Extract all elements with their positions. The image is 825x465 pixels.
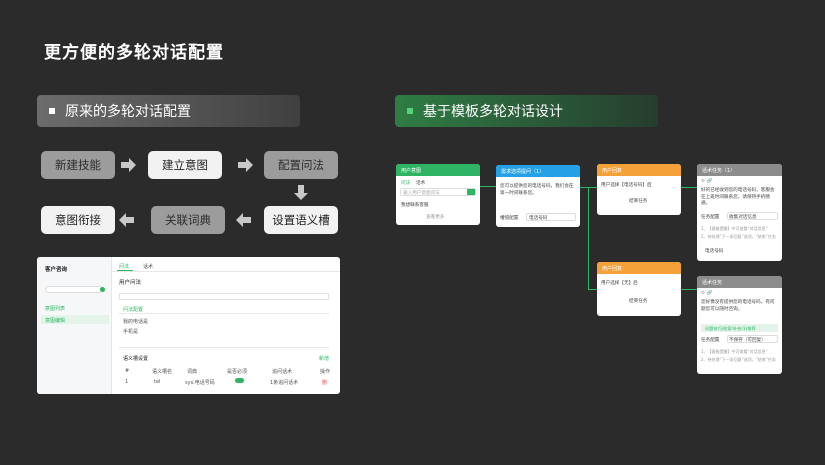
screenshot-field-row-1: 我的电话是	[123, 319, 149, 325]
node-header: 话术任务（1）	[697, 164, 782, 176]
node-action: 结束任务	[629, 299, 648, 304]
th-followup: 追问话术	[272, 369, 293, 375]
td-dict: sys.电话号码	[185, 380, 215, 386]
node-row-value: 不保存（可回复）	[729, 338, 766, 343]
connector-line	[588, 187, 589, 289]
settings-icon: ⚙ 🔗	[701, 291, 713, 296]
divider	[119, 347, 329, 348]
node-row-value: 电话号码	[529, 216, 548, 221]
node-body: 用户选择【电话号码】后	[601, 183, 652, 188]
node-body: 好的已经收到您的电话号码，客服会在上班时间联系您，请保持手机畅通。	[701, 188, 775, 206]
arrow-left-icon	[236, 213, 251, 227]
bullet-square-icon	[49, 108, 55, 114]
sidebar-item-intent-list: 意图列表	[45, 306, 66, 312]
node-row-label: 任务配置	[701, 215, 720, 220]
th-action: 操作	[320, 369, 331, 375]
node-header: 用户回复	[597, 262, 681, 274]
left-section-header: 原来的多轮对话配置	[37, 95, 300, 127]
node-action: 结束任务	[629, 199, 648, 204]
arrow-right-icon	[238, 158, 253, 172]
delete-icon: 删	[322, 380, 328, 386]
screenshot-table-title: 语义槽设置	[123, 356, 149, 362]
step-link-dictionary: 关联词典	[151, 206, 225, 234]
add-icon	[100, 287, 105, 292]
screenshot-tab-scripts: 话术	[143, 264, 154, 270]
arrow-down-icon	[294, 185, 308, 200]
node-note-2: 2、待处理“下一条回复”选项，“结束”任务	[701, 234, 776, 239]
td-slot: tel	[154, 379, 161, 385]
node-body: 您可以提供您的电话号码，我们会在第一时间联系您。	[500, 184, 574, 196]
node-reply-phone: 用户回复 用户选择【电话号码】后 结束任务	[597, 164, 681, 215]
screenshot-search-input	[45, 286, 103, 293]
bullet-square-icon	[407, 108, 413, 114]
node-note-2: 2、待处理“下一条回复”选项，“结束”任务	[701, 357, 776, 362]
right-section-header: 基于模板多轮对话设计	[395, 95, 658, 127]
th-index: #	[125, 368, 130, 374]
screenshot-panel-title: 用户问法	[119, 280, 142, 286]
step-new-skill: 新建技能	[41, 151, 115, 179]
old-config-screenshot: 客户咨询 意图列表 意图编辑 问法 话术 用户问法 问法配置 我的电话是 手机是…	[37, 257, 340, 394]
node-note-1: 1、【客服提醒】中可查看“对话信息”	[701, 349, 768, 354]
step-intent-link: 意图衔接	[41, 206, 115, 234]
node-row-label: 任务配置	[701, 338, 720, 343]
sidebar-item-intent-edit: 意图编辑	[45, 318, 66, 324]
screenshot-field-label: 问法配置	[123, 307, 144, 313]
node-question: 需求选项提问（1） 您可以提供您的电话号码，我们会在第一时间联系您。 槽值配置 …	[496, 165, 580, 227]
screenshot-app-title: 客户咨询	[45, 267, 68, 273]
divider	[119, 313, 329, 314]
screenshot-sidebar: 客户咨询 意图列表 意图编辑	[37, 257, 112, 394]
node-tag: 电话号码	[705, 249, 724, 254]
th-slot: 语义槽名	[152, 369, 173, 375]
arrow-left-icon	[119, 213, 134, 227]
node-body: 用户选择【无】后	[601, 281, 638, 286]
connector-line	[588, 289, 597, 290]
page-title: 更方便的多轮对话配置	[44, 43, 224, 63]
step-config-questions: 配置问法	[264, 151, 338, 179]
node-header: 用户回复	[597, 164, 681, 176]
node-input-placeholder: 输入用户意图问法	[403, 191, 440, 196]
step-create-intent: 建立意图	[148, 151, 222, 179]
node-tab-scripts: 话术	[416, 181, 426, 186]
td-followup: 1条追问话术	[270, 380, 299, 386]
node-header: 需求选项提问（1）	[496, 165, 580, 177]
screenshot-tab-questions: 问法	[119, 264, 130, 270]
screenshot-field-row-2: 手机是	[123, 329, 139, 335]
node-reply-none: 用户回复 用户选择【无】后 结束任务	[597, 262, 681, 316]
node-header: 用户意图	[396, 164, 480, 176]
toggle-switch	[235, 378, 244, 383]
add-button-icon	[467, 189, 475, 195]
node-task-2: 话术任务 ⚙ 🔗 您好像没有提供您的电话号码，有问题您可以随时咨询。 问题技巧/…	[697, 276, 782, 374]
td-index: 1	[125, 379, 129, 385]
node-row-value: 收集对话信息	[729, 215, 757, 220]
node-tab-questions: 问法	[401, 181, 411, 186]
node-user-intent: 用户意图 问法 话术 输入用户意图问法 我想联系客服 查看更多	[396, 164, 480, 225]
node-badge: 问题技巧/检索/补充(1)推荐	[705, 326, 756, 331]
connector-line	[681, 289, 697, 290]
step-semantic-slot: 设置语义槽	[264, 206, 338, 234]
screenshot-question-input	[119, 293, 329, 300]
connector-line	[480, 186, 496, 187]
connector-line	[681, 187, 697, 188]
th-required: 是否必须	[227, 369, 248, 375]
node-note-1: 1、【客服提醒】中可查看“对话信息”	[701, 226, 768, 231]
node-item: 我想联系客服	[401, 203, 429, 208]
settings-icon: ⚙ 🔗	[701, 179, 713, 184]
left-section-title: 原来的多轮对话配置	[65, 104, 191, 120]
node-body: 您好像没有提供您的电话号码，有问题您可以随时咨询。	[701, 300, 775, 312]
node-task-1: 话术任务（1） ⚙ 🔗 好的已经收到您的电话号码，客服会在上班时间联系您，请保持…	[697, 164, 782, 261]
screenshot-add-button: 新增	[319, 356, 330, 362]
divider	[112, 271, 340, 272]
right-section-title: 基于模板多轮对话设计	[423, 104, 563, 120]
arrow-right-icon	[121, 158, 136, 172]
node-header: 话术任务	[697, 276, 782, 288]
node-footer: 查看更多	[426, 215, 445, 220]
node-row-label: 槽值配置	[500, 216, 519, 221]
th-dict: 词典	[187, 369, 198, 375]
